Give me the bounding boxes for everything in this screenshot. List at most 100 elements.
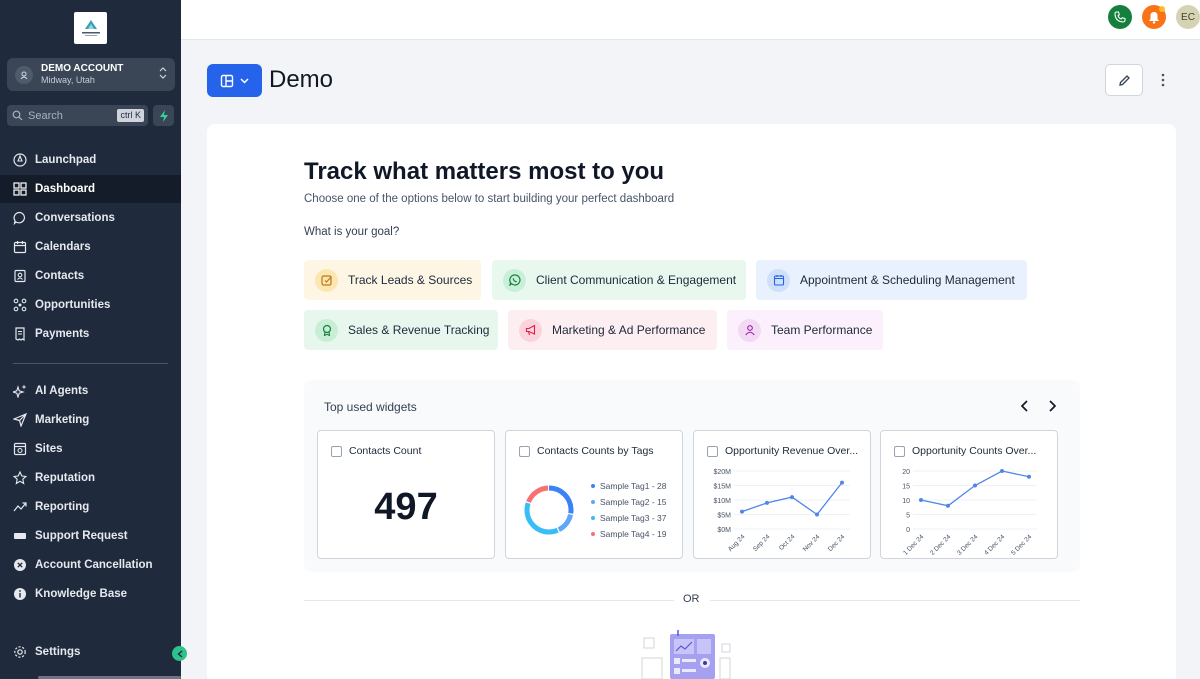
x-tick-label: Aug 24 — [727, 533, 747, 553]
data-point — [1027, 474, 1031, 479]
dashboard-illustration — [640, 630, 740, 679]
cancel-icon — [14, 559, 26, 571]
widget-checkbox[interactable] — [707, 446, 718, 457]
pencil-icon — [1118, 74, 1130, 86]
contacts-icon — [14, 269, 26, 283]
legend-item: Sample Tag4 - 19 — [591, 526, 666, 542]
sidebar-item-ai-agents[interactable]: AI Agents — [0, 377, 181, 405]
legend-dot — [591, 484, 595, 488]
widget-label: Contacts Count — [349, 445, 422, 457]
y-tick-label: $20M — [713, 469, 731, 476]
data-point — [765, 500, 769, 505]
user-avatar[interactable]: EC — [1176, 5, 1200, 29]
layout-icon — [220, 74, 234, 87]
x-tick-label: 5 Dec 24 — [1010, 533, 1034, 557]
legend-text: Sample Tag4 - 19 — [600, 529, 667, 539]
widget-checkbox[interactable] — [894, 446, 905, 457]
y-tick-label: 20 — [902, 469, 910, 476]
widget-contacts-count[interactable]: Contacts Count 497 — [317, 430, 495, 559]
sidebar-item-reputation[interactable]: Reputation — [0, 464, 181, 492]
collapse-sidebar-button[interactable] — [172, 646, 187, 661]
more-options-button[interactable] — [1156, 72, 1170, 93]
widget-label: Opportunity Counts Over... — [912, 445, 1037, 457]
rocket-icon — [13, 153, 27, 167]
goal-label: Sales & Revenue Tracking — [348, 323, 490, 337]
sidebar-item-knowledge-base[interactable]: Knowledge Base — [0, 580, 181, 608]
bolt-icon — [159, 109, 168, 122]
y-tick-label: $0M — [717, 527, 731, 534]
prev-widgets-button[interactable] — [1018, 398, 1032, 419]
star-icon — [13, 471, 27, 485]
widget-opportunity-revenue[interactable]: Opportunity Revenue Over... $0M $5M $10M $1… — [693, 430, 871, 559]
edit-dashboard-button[interactable] — [1105, 64, 1143, 96]
sidebar-item-calendars[interactable]: Calendars — [0, 233, 181, 261]
data-point — [815, 512, 819, 517]
location-icon — [15, 65, 33, 84]
data-point — [790, 495, 794, 500]
x-tick-label: Nov 24 — [802, 533, 822, 553]
contacts-count-value: 497 — [374, 486, 438, 528]
x-tick-label: 1 Dec 24 — [902, 533, 926, 557]
whatsapp-icon — [503, 268, 526, 292]
goal-client-communication[interactable]: Client Communication & Engagement — [492, 260, 746, 300]
widget-checkbox[interactable] — [331, 446, 342, 457]
data-point — [919, 498, 923, 502]
sidebar-item-sites[interactable]: Sites — [0, 435, 181, 463]
account-name: DEMO ACCOUNT — [41, 63, 124, 74]
sidebar-item-dashboard[interactable]: Dashboard — [0, 175, 181, 203]
y-tick-label: $10M — [713, 498, 731, 505]
sidebar-item-opportunities[interactable]: Opportunities — [0, 291, 181, 319]
goal-appointment-scheduling[interactable]: Appointment & Scheduling Management — [756, 260, 1027, 300]
chat-icon — [13, 211, 26, 225]
calendar-icon — [767, 268, 790, 292]
goal-label: Track Leads & Sources — [348, 273, 473, 287]
sidebar-item-settings[interactable]: Settings — [0, 638, 181, 666]
phone-button[interactable] — [1108, 5, 1132, 29]
legend-dot — [591, 500, 595, 504]
lead-icon — [315, 268, 338, 292]
legend-item: Sample Tag3 - 37 — [591, 510, 666, 526]
goal-team-performance[interactable]: Team Performance — [727, 310, 883, 350]
company-logo[interactable] — [74, 12, 107, 44]
page-title: Demo — [269, 66, 334, 93]
widget-opportunity-counts[interactable]: Opportunity Counts Over... 0 5 10 15 20 1 Dec… — [880, 430, 1058, 559]
trend-icon — [13, 502, 27, 512]
quick-action-button[interactable] — [153, 105, 174, 126]
sidebar-item-reporting[interactable]: Reporting — [0, 493, 181, 521]
data-point — [1000, 469, 1004, 473]
goal-label: Appointment & Scheduling Management — [800, 273, 1015, 287]
sidebar-item-marketing[interactable]: Marketing — [0, 406, 181, 434]
y-tick-label: 0 — [906, 527, 910, 534]
y-tick-label: $15M — [713, 484, 731, 491]
goal-track-leads[interactable]: Track Leads & Sources — [304, 260, 481, 300]
or-label: OR — [683, 593, 700, 605]
widget-label: Contacts Counts by Tags — [537, 445, 654, 457]
tags-legend: Sample Tag1 - 28 Sample Tag2 - 15 Sample… — [591, 478, 666, 542]
widget-checkbox[interactable] — [519, 446, 530, 457]
search-input[interactable]: Search ctrl K — [7, 105, 148, 126]
sidebar-item-account-cancellation[interactable]: Account Cancellation — [0, 551, 181, 579]
sidebar-item-payments[interactable]: Payments — [0, 320, 181, 348]
chevron-left-icon — [1020, 400, 1028, 412]
notifications-button[interactable] — [1142, 5, 1166, 29]
sidebar-item-support-request[interactable]: Support Request — [0, 522, 181, 550]
search-placeholder: Search — [28, 109, 63, 122]
sidebar-item-contacts[interactable]: Contacts — [0, 262, 181, 290]
legend-item: Sample Tag2 - 15 — [591, 494, 666, 510]
calendar-icon — [13, 241, 27, 254]
search-shortcut: ctrl K — [117, 109, 144, 122]
sidebar-item-label: Payments — [35, 328, 90, 340]
sidebar-item-conversations[interactable]: Conversations — [0, 204, 181, 232]
dashboard-switcher-button[interactable] — [207, 64, 262, 97]
next-widgets-button[interactable] — [1045, 398, 1059, 419]
sidebar-item-label: Contacts — [35, 270, 85, 282]
goal-sales-revenue[interactable]: Sales & Revenue Tracking — [304, 310, 498, 350]
sidebar-item-launchpad[interactable]: Launchpad — [0, 146, 181, 174]
account-switcher[interactable]: DEMO ACCOUNT Midway, Utah — [7, 58, 175, 91]
goal-marketing-ad[interactable]: Marketing & Ad Performance — [508, 310, 717, 350]
receipt-icon — [15, 327, 25, 341]
or-divider-left — [304, 600, 674, 601]
widget-contacts-by-tags[interactable]: Contacts Counts by Tags Sample Tag1 - 28… — [505, 430, 683, 559]
data-point — [740, 509, 744, 514]
top-bar — [181, 0, 1200, 40]
